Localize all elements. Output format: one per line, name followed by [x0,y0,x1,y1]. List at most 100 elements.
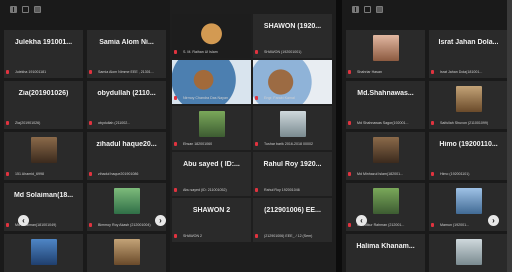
participant-tile[interactable]: Abu sayed ( ID:... Abu sayed (ID: 2110010… [172,152,251,196]
muted-mic-icon [255,50,258,54]
participant-display-name: Rahul Roy 1920... [263,161,322,168]
participant-name-label: Zia(201901026) [15,121,41,125]
participant-tile[interactable]: Tushar barik 2016-2018 00002 [253,106,332,150]
participant-name-label: obydullah (211002... [98,121,131,125]
participant-avatar [113,188,140,214]
participant-tile[interactable]: zihadul haque20... zihadul haque201901086 [87,132,166,180]
participant-avatar [455,86,482,112]
muted-mic-icon [89,223,92,227]
muted-mic-icon [255,234,258,238]
muted-mic-icon [6,121,9,125]
muted-mic-icon [89,70,92,74]
layout-icon[interactable] [22,6,29,13]
participant-tile[interactable]: Engr. Farabi Kamal [253,60,332,104]
screen-edge [507,0,512,272]
participant-avatar [372,137,399,163]
participant-avatar [30,239,57,265]
participant-display-name: Himo (19200110... [439,141,498,148]
gallery-view-icon[interactable] [352,6,359,13]
next-page-button[interactable]: › [155,215,166,226]
participant-avatar [279,111,306,137]
participant-display-name: Israt Jahan Dola... [438,39,499,46]
layout-icon[interactable] [364,6,371,13]
participant-name-label: Bimmoy Roy Akash (212001004) [98,223,151,227]
participant-tile[interactable]: Ehsan 182001060 [172,106,251,150]
previous-page-button[interactable]: ‹ [18,215,29,226]
muted-mic-icon [174,188,177,192]
participant-display-name: obydullah (2110... [97,90,156,97]
participant-name-label: Md Minhazul Islam(182001... [357,172,404,176]
muted-mic-icon [255,142,258,146]
muted-mic-icon [6,172,9,176]
participant-name-label: zihadul haque201901086 [98,172,139,176]
participant-display-name: Zia(201901026) [18,90,69,97]
participant-tile[interactable]: Israt Jahan Dola... Israt Jahan Dola(1810… [429,30,508,78]
participant-tile[interactable]: Shahriar Hasan [346,30,425,78]
speaker-view-icon[interactable] [34,6,41,13]
participant-tile[interactable]: Nirmoy Chandra Das Nayan [172,60,251,104]
participant-tile[interactable]: Zia(201901026) Zia(201901026) [4,81,83,129]
muted-mic-icon [89,121,92,125]
muted-mic-icon [174,142,177,146]
participant-name-label: SHAWON (192001001) [264,50,302,54]
gallery-view-icon[interactable] [10,6,17,13]
participant-avatar [372,35,399,61]
participant-display-name: Md.Shahnawas... [357,90,414,97]
muted-mic-icon [174,234,177,238]
participant-display-name: Md Solaiman(18... [13,192,74,199]
participant-tile[interactable]: Md.Shahnawas... Md Shahnawas Sagor(192001… [346,81,425,129]
participant-name-label: Nirmoy Chandra Das Nayan [183,96,228,100]
participants-window-left: Julekha 191001... Julekha 191001181 Samia … [0,0,170,272]
participant-tile[interactable]: obydullah (2110... obydullah (211002... [87,81,166,129]
participant-display-name: Halima Khanam... [356,243,415,250]
participant-tile[interactable]: Md Sufiq Ali (221001004) [87,234,166,272]
participant-tile[interactable]: (212901006) EE... (212901006) EEE_ / 12 (… [253,198,332,242]
muted-mic-icon [255,188,258,192]
participant-tile[interactable]: Md Solaiman(18... Md Solaiman(181001049) [4,183,83,231]
participant-name-label: Tushar barik 2016-2018 00002 [264,142,314,146]
participant-tile[interactable]: SHAWON (1920... SHAWON (192001001) [253,14,332,58]
participant-avatar [455,188,482,214]
participant-tile[interactable]: SHAWON 2 SHAWON 2 [172,198,251,242]
participant-name-label: Himo (192001101) [440,172,470,176]
participant-name-label: (212901006) EEE_ / 12 (Sem) [264,234,313,238]
participant-name-label: Samia Alom Nimme EEE , 21301... [98,70,154,74]
participant-name-label: 151 Ahamid_6998 [15,172,44,176]
muted-mic-icon [174,96,177,100]
participant-tile[interactable]: Samia Alom Ni... Samia Alom Nimme EEE , 2… [87,30,166,78]
muted-mic-icon [89,172,92,176]
participant-name-label: Rahul Roy 192001046 [264,188,300,192]
muted-mic-icon [348,121,351,125]
participant-tile[interactable]: Julekha 191001... Julekha 191001181 [4,30,83,78]
participant-tile[interactable]: Md Minhazul Islam(182001... [346,132,425,180]
muted-mic-icon [431,172,434,176]
participant-tile[interactable]: Saifullah Shuvon (211001099) [429,81,508,129]
muted-mic-icon [431,223,434,227]
participant-display-name: (212901006) EE... [264,207,321,214]
muted-mic-icon [174,50,177,54]
participant-tile[interactable]: Himo (19200110... Himo (192001101) [429,132,508,180]
participant-name-label: SHAWON 2 [183,234,203,238]
participant-display-name: zihadul haque20... [96,141,157,148]
next-page-button[interactable]: › [488,215,499,226]
participant-avatar [372,188,399,214]
participants-window-center: S. M. Raihan Ul Islam SHAWON (1920... SHAW… [170,0,336,272]
participant-tile[interactable]: 24 Nasirul_2180 [429,234,508,272]
muted-mic-icon [348,172,351,176]
muted-mic-icon [6,70,9,74]
speaker-view-icon[interactable] [376,6,383,13]
participant-avatar [198,111,225,137]
participant-name-label: Shahriar Hasan [357,70,382,74]
muted-mic-icon [431,70,434,74]
participant-tile[interactable]: Rahul Roy 1920... Rahul Roy 192001046 [253,152,332,196]
participant-tile[interactable]: 151 Ahamid_6998 [4,132,83,180]
participant-avatar [455,239,482,265]
participant-grid: Julekha 191001... Julekha 191001181 Samia … [4,30,166,272]
participant-tile[interactable]: Bimmoy Roy Akash (212001004) [87,183,166,231]
view-toolbar [352,6,383,13]
participant-tile[interactable]: Halima Khanam...Halima Khanam 18002011 [346,234,425,272]
previous-page-button[interactable]: ‹ [356,215,367,226]
participant-name-label: Saifullah Shuvon (211001099) [440,121,489,125]
participant-tile[interactable]: Hridoy Molla (192001106) [4,234,83,272]
participant-tile[interactable]: S. M. Raihan Ul Islam [172,14,251,58]
